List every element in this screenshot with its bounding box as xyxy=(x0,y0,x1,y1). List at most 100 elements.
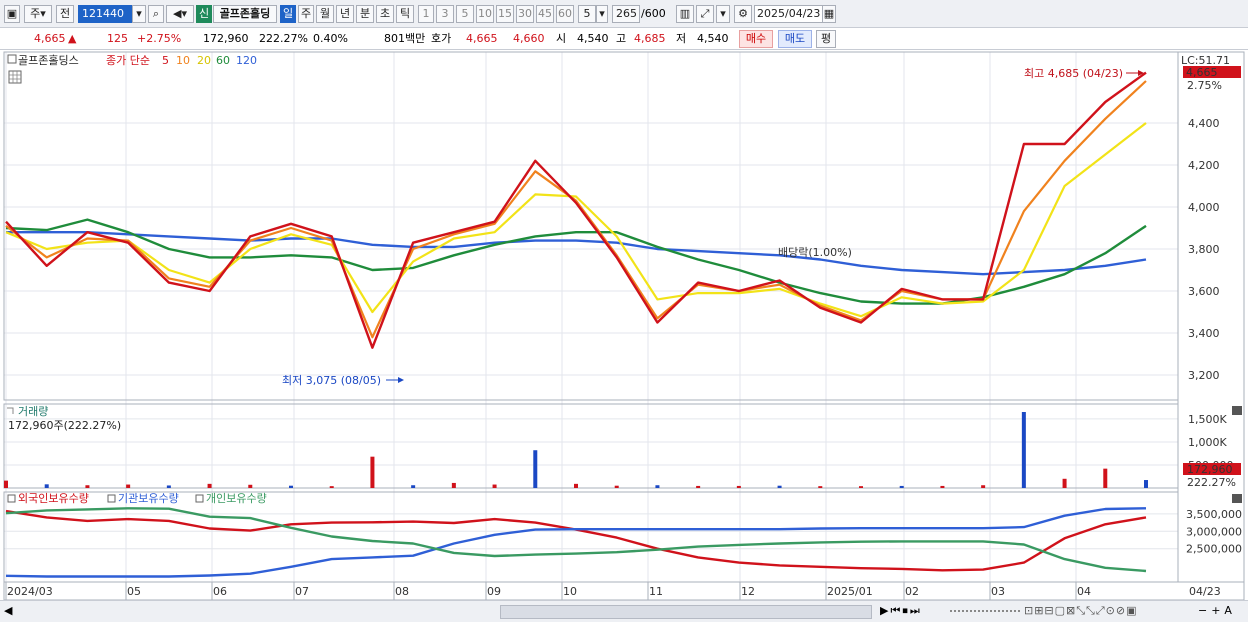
volume-bar xyxy=(574,483,578,488)
volume-bar xyxy=(1021,412,1026,488)
tab-day[interactable]: 일 xyxy=(280,5,296,23)
period-week-dropdown[interactable]: 주▾ xyxy=(24,5,52,23)
volume-bar xyxy=(126,484,131,488)
price-tick-label: 3,600 xyxy=(1188,285,1220,298)
view-tool-icons[interactable]: ⊡⊞⊟▢⊠⤡⤡⤢⊙⊘▣ xyxy=(1024,604,1138,618)
tab-year[interactable]: 년 xyxy=(336,5,354,23)
tool-dropdown-icon[interactable]: ▾ xyxy=(716,5,730,23)
holdings-box-icon[interactable] xyxy=(7,494,16,503)
price-tick-label: 3,400 xyxy=(1188,327,1220,340)
tab-minute[interactable]: 분 xyxy=(356,5,374,23)
eval-button[interactable]: 평 xyxy=(816,30,836,48)
new-badge: 신 xyxy=(196,5,212,23)
search-icon[interactable]: ⌕ xyxy=(148,5,164,23)
holdings-box-icon-3[interactable] xyxy=(195,494,204,503)
volume-bar xyxy=(655,485,660,488)
volume-bar xyxy=(533,450,538,488)
volume-bar xyxy=(899,485,904,488)
volume-bar xyxy=(1062,478,1067,488)
chart-area[interactable]: 3,2003,4003,6003,8004,0004,2004,400500,0… xyxy=(0,50,1248,600)
candle-icon[interactable]: ▥ xyxy=(676,5,694,23)
scroll-left-icon[interactable]: ◀ xyxy=(4,604,12,617)
scroll-nav-icons[interactable]: ▶⏮⏹⏭ xyxy=(880,604,922,618)
price-tick-label: 4,000 xyxy=(1188,201,1220,214)
volume-bar xyxy=(1103,468,1108,488)
x-tick-label: 2025/01 xyxy=(827,585,873,598)
interval-5[interactable]: 5 xyxy=(456,5,474,23)
zoom-slider[interactable] xyxy=(950,610,1020,614)
interval-input[interactable]: 5 xyxy=(578,5,596,23)
high-label: 고 xyxy=(616,32,627,45)
low-arrowhead-icon xyxy=(398,377,404,383)
last-price-label: 4,665 xyxy=(1186,66,1218,79)
low-label: 저 xyxy=(676,32,687,45)
volume-close-icon[interactable] xyxy=(1232,406,1242,415)
legend-ma-label: 종가 단순 xyxy=(106,54,150,67)
interval-45[interactable]: 45 xyxy=(536,5,554,23)
interval-3[interactable]: 3 xyxy=(436,5,454,23)
dividend-annotation: 배당락(1.00%) xyxy=(778,246,852,259)
turnover-pct: 0.40% xyxy=(313,32,348,45)
interval-1[interactable]: 1 xyxy=(418,5,434,23)
sell-button[interactable]: 매도 xyxy=(778,30,812,48)
window-icon[interactable]: ▣ xyxy=(4,5,20,23)
period-prev-button[interactable]: 전 xyxy=(56,5,74,23)
speaker-icon[interactable]: ◀▾ xyxy=(166,5,194,23)
price-change: 125 xyxy=(107,32,128,45)
interval-30[interactable]: 30 xyxy=(516,5,534,23)
tab-month[interactable]: 월 xyxy=(316,5,334,23)
x-axis-area xyxy=(3,581,1245,600)
volume-bar xyxy=(85,485,90,488)
volume-bar xyxy=(1144,480,1148,488)
zoom-icons[interactable]: −+A xyxy=(1198,604,1236,617)
x-tick-label: 02 xyxy=(905,585,919,598)
holdings-lines xyxy=(5,507,1147,578)
holdings-line-2 xyxy=(5,507,1147,573)
volume-bar xyxy=(248,484,253,488)
last-pct-label: 2.75% xyxy=(1187,79,1222,92)
count-input[interactable]: 265 xyxy=(612,5,640,23)
volume-bar xyxy=(451,482,456,488)
legend-ma20: 20 xyxy=(197,54,211,67)
legend-box-icon[interactable] xyxy=(7,54,17,64)
holdings-box-icon-2[interactable] xyxy=(107,494,116,503)
code-dropdown-icon[interactable]: ▾ xyxy=(132,5,146,23)
x-tick-label: 07 xyxy=(295,585,309,598)
interval-60[interactable]: 60 xyxy=(556,5,574,23)
tab-second[interactable]: 초 xyxy=(376,5,394,23)
low-price: 4,540 xyxy=(697,32,729,45)
ma20-line xyxy=(5,122,1147,318)
x-tick-label: 08 xyxy=(395,585,409,598)
volume-bar xyxy=(370,456,375,488)
tab-tick[interactable]: 틱 xyxy=(396,5,414,23)
interval-dropdown-icon[interactable]: ▾ xyxy=(596,5,608,23)
chart-scrollbar[interactable]: ◀ ▶⏮⏹⏭ ⊡⊞⊟▢⊠⤡⤡⤢⊙⊘▣ −+A xyxy=(0,600,1248,622)
volume-bar xyxy=(166,485,171,488)
legend-stock-name: 골프존홀딩스 xyxy=(18,54,79,67)
volume-pct: 222.27% xyxy=(259,32,308,45)
legend-ma120: 120 xyxy=(236,54,257,67)
gear-icon[interactable]: ⚙ xyxy=(734,5,752,23)
scroll-thumb[interactable] xyxy=(500,605,872,619)
stock-code-input[interactable]: 121440 xyxy=(78,5,132,23)
bid-price: 4,660 xyxy=(513,32,545,45)
date-input[interactable]: 2025/04/23 xyxy=(754,5,824,23)
x-tick-label: 06 xyxy=(213,585,227,598)
interval-10[interactable]: 10 xyxy=(476,5,494,23)
buy-button[interactable]: 매수 xyxy=(739,30,773,48)
low-annotation: 최저 3,075 (08/05) xyxy=(282,374,381,387)
grid-toggle-icon[interactable] xyxy=(8,70,22,84)
interval-15[interactable]: 15 xyxy=(496,5,514,23)
high-annotation: 최고 4,685 (04/23) xyxy=(1024,67,1123,80)
calendar-icon[interactable]: ▦ xyxy=(822,5,836,23)
ask-price: 4,665 xyxy=(466,32,498,45)
volume-bar xyxy=(696,485,701,488)
holdings-tick-label: 2,500,000 xyxy=(1186,543,1242,556)
volume-bar xyxy=(981,485,986,488)
holdings-close-icon[interactable] xyxy=(1232,494,1242,503)
volume-bar xyxy=(207,483,212,488)
tab-week[interactable]: 주 xyxy=(298,5,314,23)
volume-bar xyxy=(614,485,619,488)
line-tool-icon[interactable]: ⤢ xyxy=(696,5,714,23)
holdings-panel-frame xyxy=(3,491,1179,583)
